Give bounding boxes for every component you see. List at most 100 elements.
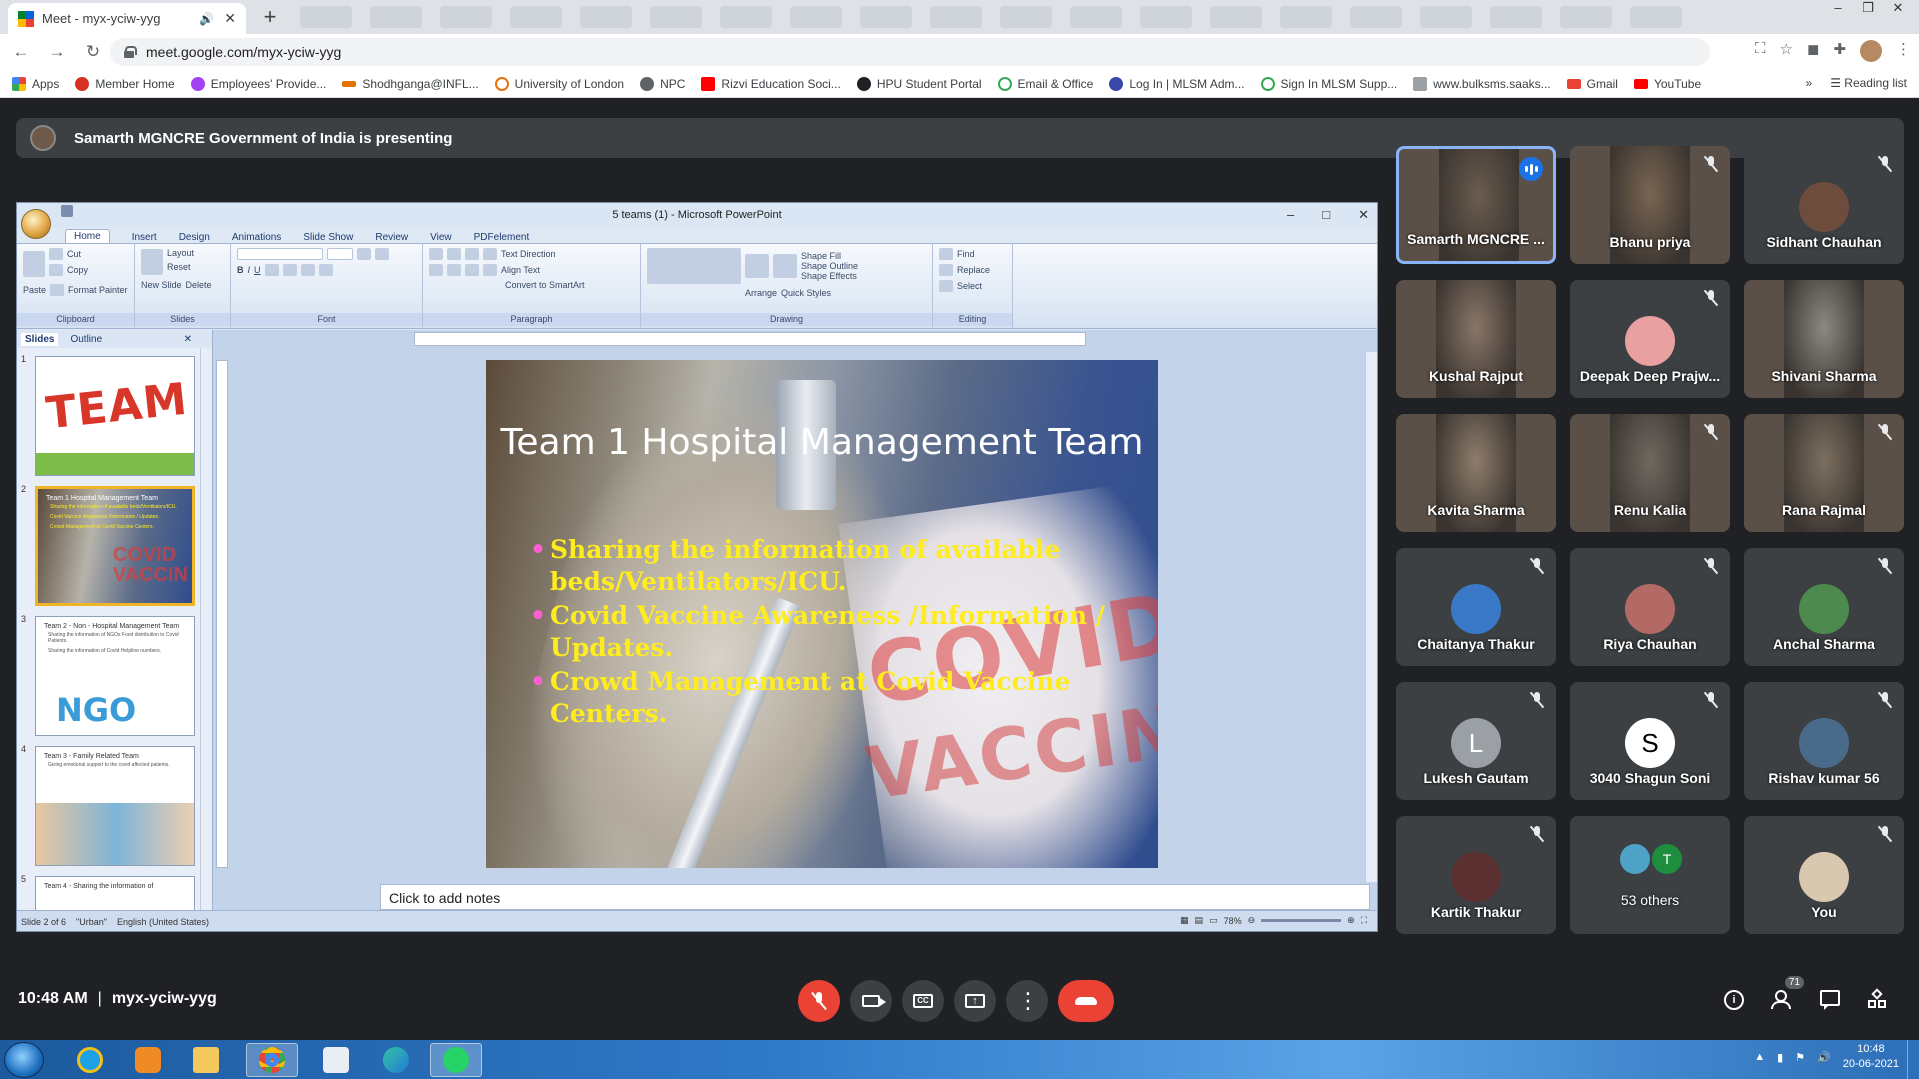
menu-dots-icon[interactable]: ⋮ bbox=[1896, 40, 1911, 62]
participant-tile[interactable]: T 53 others bbox=[1570, 816, 1730, 934]
spacing-icon[interactable] bbox=[300, 264, 315, 276]
slide-bullets[interactable]: Sharing the information of available bed… bbox=[530, 534, 1142, 732]
paste-icon[interactable] bbox=[23, 251, 45, 277]
office-button-icon[interactable] bbox=[21, 209, 51, 239]
participant-tile[interactable]: L Lukesh Gautam bbox=[1396, 682, 1556, 800]
ribbon-tab-design[interactable]: Design bbox=[179, 232, 210, 243]
taskbar-chrome[interactable] bbox=[246, 1043, 298, 1077]
forward-arrow-icon[interactable]: → bbox=[42, 42, 72, 62]
reading-list-button[interactable]: ☰ Reading list bbox=[1830, 76, 1907, 90]
bookmarks-more-button[interactable]: » bbox=[1806, 76, 1813, 90]
bookmark-item[interactable]: Apps bbox=[12, 76, 59, 91]
pane-tab-outline[interactable]: Outline bbox=[70, 334, 102, 345]
people-button[interactable]: 71 bbox=[1768, 976, 1804, 1018]
ribbon-tab-home[interactable]: Home bbox=[65, 229, 110, 243]
align-center-icon[interactable] bbox=[447, 264, 461, 276]
align-right-icon[interactable] bbox=[465, 264, 479, 276]
shapes-gallery[interactable] bbox=[647, 248, 741, 284]
participant-tile[interactable]: You bbox=[1744, 816, 1904, 934]
copy-icon[interactable] bbox=[49, 264, 63, 276]
thumbnail-4[interactable]: Team 3 - Family Related Team Giving emot… bbox=[35, 746, 195, 866]
participant-tile[interactable]: Shivani Sharma bbox=[1744, 280, 1904, 398]
tab-item[interactable] bbox=[1070, 6, 1122, 28]
taskbar-whatsapp[interactable] bbox=[430, 1043, 482, 1077]
bookmark-item[interactable]: Log In | MLSM Adm... bbox=[1109, 76, 1245, 91]
thumbnail-3[interactable]: Team 2 - Non - Hospital Management Team … bbox=[35, 616, 195, 736]
volume-icon[interactable]: 🔊 bbox=[1817, 1051, 1831, 1064]
new-slide-button[interactable]: New Slide bbox=[141, 280, 182, 290]
tab-item[interactable] bbox=[860, 6, 912, 28]
address-bar[interactable]: meet.google.com/myx-yciw-yyg bbox=[110, 38, 1710, 66]
save-icon[interactable] bbox=[61, 205, 73, 217]
chat-button[interactable] bbox=[1816, 990, 1844, 1018]
format-painter-icon[interactable] bbox=[50, 284, 65, 296]
zoom-out-icon[interactable]: ⊖ bbox=[1248, 915, 1256, 926]
flag-icon[interactable]: ⚑ bbox=[1795, 1051, 1805, 1064]
new-slide-icon[interactable] bbox=[141, 249, 163, 275]
slide-thumbnail[interactable]: 1 TEAM bbox=[17, 354, 197, 476]
tray-expand-icon[interactable]: ▲ bbox=[1754, 1051, 1765, 1063]
current-slide[interactable]: COVID VACCIN Team 1 Hospital Management … bbox=[486, 360, 1158, 868]
tab-item[interactable] bbox=[370, 6, 422, 28]
pane-close-icon[interactable]: ✕ bbox=[184, 334, 192, 345]
puzzle-icon[interactable]: ✚ bbox=[1833, 40, 1846, 62]
back-arrow-icon[interactable]: ← bbox=[6, 42, 36, 62]
font-size-select[interactable] bbox=[327, 248, 353, 260]
participant-tile[interactable]: Kushal Rajput bbox=[1396, 280, 1556, 398]
restore-icon[interactable]: ❐ bbox=[1853, 0, 1883, 20]
cut-icon[interactable] bbox=[49, 248, 63, 260]
participant-tile[interactable]: Bhanu priya bbox=[1570, 146, 1730, 264]
close-window-icon[interactable]: ✕ bbox=[1883, 0, 1913, 20]
participant-tile[interactable]: Anchal Sharma bbox=[1744, 548, 1904, 666]
participant-tile[interactable]: Sidhant Chauhan bbox=[1744, 146, 1904, 264]
font-name-select[interactable] bbox=[237, 248, 323, 260]
bookmark-item[interactable]: Sign In MLSM Supp... bbox=[1260, 76, 1397, 91]
bookmark-star-icon[interactable]: ☆ bbox=[1780, 40, 1793, 62]
ribbon-tab-insert[interactable]: Insert bbox=[132, 232, 157, 243]
numbering-icon[interactable] bbox=[447, 248, 461, 260]
bookmark-item[interactable]: Email & Office bbox=[997, 76, 1093, 91]
tab-item[interactable] bbox=[1350, 6, 1402, 28]
sorter-view-icon[interactable]: ▤ bbox=[1195, 915, 1204, 926]
bullets-icon[interactable] bbox=[429, 248, 443, 260]
translate-icon[interactable]: ⛶ bbox=[1755, 40, 1766, 62]
zoom-in-icon[interactable]: ⊕ bbox=[1347, 915, 1355, 926]
taskbar-ie[interactable] bbox=[64, 1043, 116, 1077]
bookmark-item[interactable]: Shodhganga@INFL... bbox=[342, 77, 479, 91]
ribbon-tab-view[interactable]: View bbox=[430, 232, 452, 243]
zoom-slider[interactable] bbox=[1261, 919, 1342, 922]
tab-item[interactable] bbox=[1490, 6, 1542, 28]
camera-button[interactable] bbox=[850, 980, 892, 1022]
slide-title[interactable]: Team 1 Hospital Management Team bbox=[486, 422, 1158, 463]
tab-item[interactable] bbox=[1000, 6, 1052, 28]
tab-item[interactable] bbox=[1420, 6, 1472, 28]
underline-icon[interactable]: U bbox=[254, 265, 261, 275]
tab-close-icon[interactable]: ✕ bbox=[224, 10, 236, 27]
bookmark-item[interactable]: HPU Student Portal bbox=[856, 76, 982, 91]
tab-item[interactable] bbox=[580, 6, 632, 28]
taskbar-edge[interactable] bbox=[370, 1043, 422, 1077]
new-tab-button[interactable]: + bbox=[257, 6, 283, 30]
notes-pane[interactable]: Click to add notes bbox=[380, 884, 1370, 910]
mic-button[interactable] bbox=[798, 980, 840, 1022]
normal-view-icon[interactable]: ▦ bbox=[1180, 915, 1189, 926]
tab-item[interactable] bbox=[300, 6, 352, 28]
bookmark-item[interactable]: Gmail bbox=[1566, 77, 1618, 91]
tab-item[interactable] bbox=[930, 6, 982, 28]
present-button[interactable]: ↑ bbox=[954, 980, 996, 1022]
activities-button[interactable] bbox=[1864, 988, 1892, 1018]
tab-item[interactable] bbox=[440, 6, 492, 28]
more-options-button[interactable]: ⋮ bbox=[1006, 980, 1048, 1022]
ppt-minimize-icon[interactable]: – bbox=[1287, 207, 1294, 223]
tab-item[interactable] bbox=[510, 6, 562, 28]
ppt-close-icon[interactable]: ✕ bbox=[1358, 207, 1369, 223]
bookmark-item[interactable]: YouTube bbox=[1633, 77, 1701, 91]
ribbon-tab-slideshow[interactable]: Slide Show bbox=[303, 232, 353, 243]
profile-avatar[interactable] bbox=[1860, 40, 1882, 62]
arrange-icon[interactable] bbox=[745, 254, 769, 278]
participant-tile[interactable]: Riya Chauhan bbox=[1570, 548, 1730, 666]
participant-tile[interactable]: Kartik Thakur bbox=[1396, 816, 1556, 934]
participant-tile[interactable]: Chaitanya Thakur bbox=[1396, 548, 1556, 666]
replace-icon[interactable] bbox=[939, 264, 953, 276]
thumbnail-2[interactable]: Team 1 Hospital Management Team Sharing … bbox=[35, 486, 195, 606]
